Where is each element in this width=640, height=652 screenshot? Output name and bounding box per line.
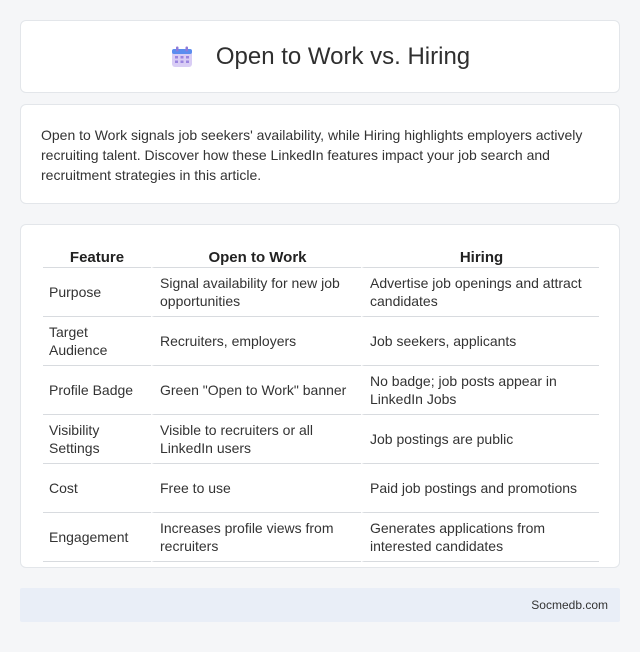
calendar-icon <box>171 46 192 67</box>
table-cell: Job postings are public <box>361 415 599 464</box>
table-cell: Paid job postings and promotions <box>361 464 599 513</box>
table-cell: Visible to recruiters or all LinkedIn us… <box>151 415 361 464</box>
footer-bar: Socmedb.com <box>20 588 620 622</box>
source-label: Socmedb.com <box>531 598 608 612</box>
table-cell: Signal availability for new job opportun… <box>151 268 361 317</box>
table-cell: Engagement <box>43 513 151 562</box>
title-card: Open to Work vs. Hiring <box>20 20 620 93</box>
table-row: Visibility Settings Visible to recruiter… <box>43 415 599 464</box>
intro-text: Open to Work signals job seekers' availa… <box>41 127 583 183</box>
header-feature: Feature <box>43 245 151 268</box>
table-row: Engagement Increases profile views from … <box>43 513 599 562</box>
table-row: Profile Badge Green "Open to Work" banne… <box>43 366 599 415</box>
table-row: Target Audience Recruiters, employers Jo… <box>43 317 599 366</box>
intro-card: Open to Work signals job seekers' availa… <box>20 104 620 204</box>
table-cell: Job seekers, applicants <box>361 317 599 366</box>
header-hiring: Hiring <box>361 245 599 268</box>
table-cell: Recruiters, employers <box>151 317 361 366</box>
table-cell: Visibility Settings <box>43 415 151 464</box>
table-cell: No badge; job posts appear in LinkedIn J… <box>361 366 599 415</box>
table-row: Purpose Signal availability for new job … <box>43 268 599 317</box>
table-cell: Cost <box>43 464 151 513</box>
table-cell: Green "Open to Work" banner <box>151 366 361 415</box>
comparison-table: Feature Open to Work Hiring Purpose Sign… <box>43 245 599 562</box>
table-cell: Target Audience <box>43 317 151 366</box>
comparison-table-card: Feature Open to Work Hiring Purpose Sign… <box>20 224 620 568</box>
table-cell: Increases profile views from recruiters <box>151 513 361 562</box>
table-cell: Free to use <box>151 464 361 513</box>
table-header-row: Feature Open to Work Hiring <box>43 245 599 268</box>
header-open-to-work: Open to Work <box>151 245 361 268</box>
table-cell: Advertise job openings and attract candi… <box>361 268 599 317</box>
table-cell: Profile Badge <box>43 366 151 415</box>
table-cell: Purpose <box>43 268 151 317</box>
table-cell: Generates applications from interested c… <box>361 513 599 562</box>
table-row: Cost Free to use Paid job postings and p… <box>43 464 599 513</box>
page-title: Open to Work vs. Hiring <box>215 42 471 70</box>
